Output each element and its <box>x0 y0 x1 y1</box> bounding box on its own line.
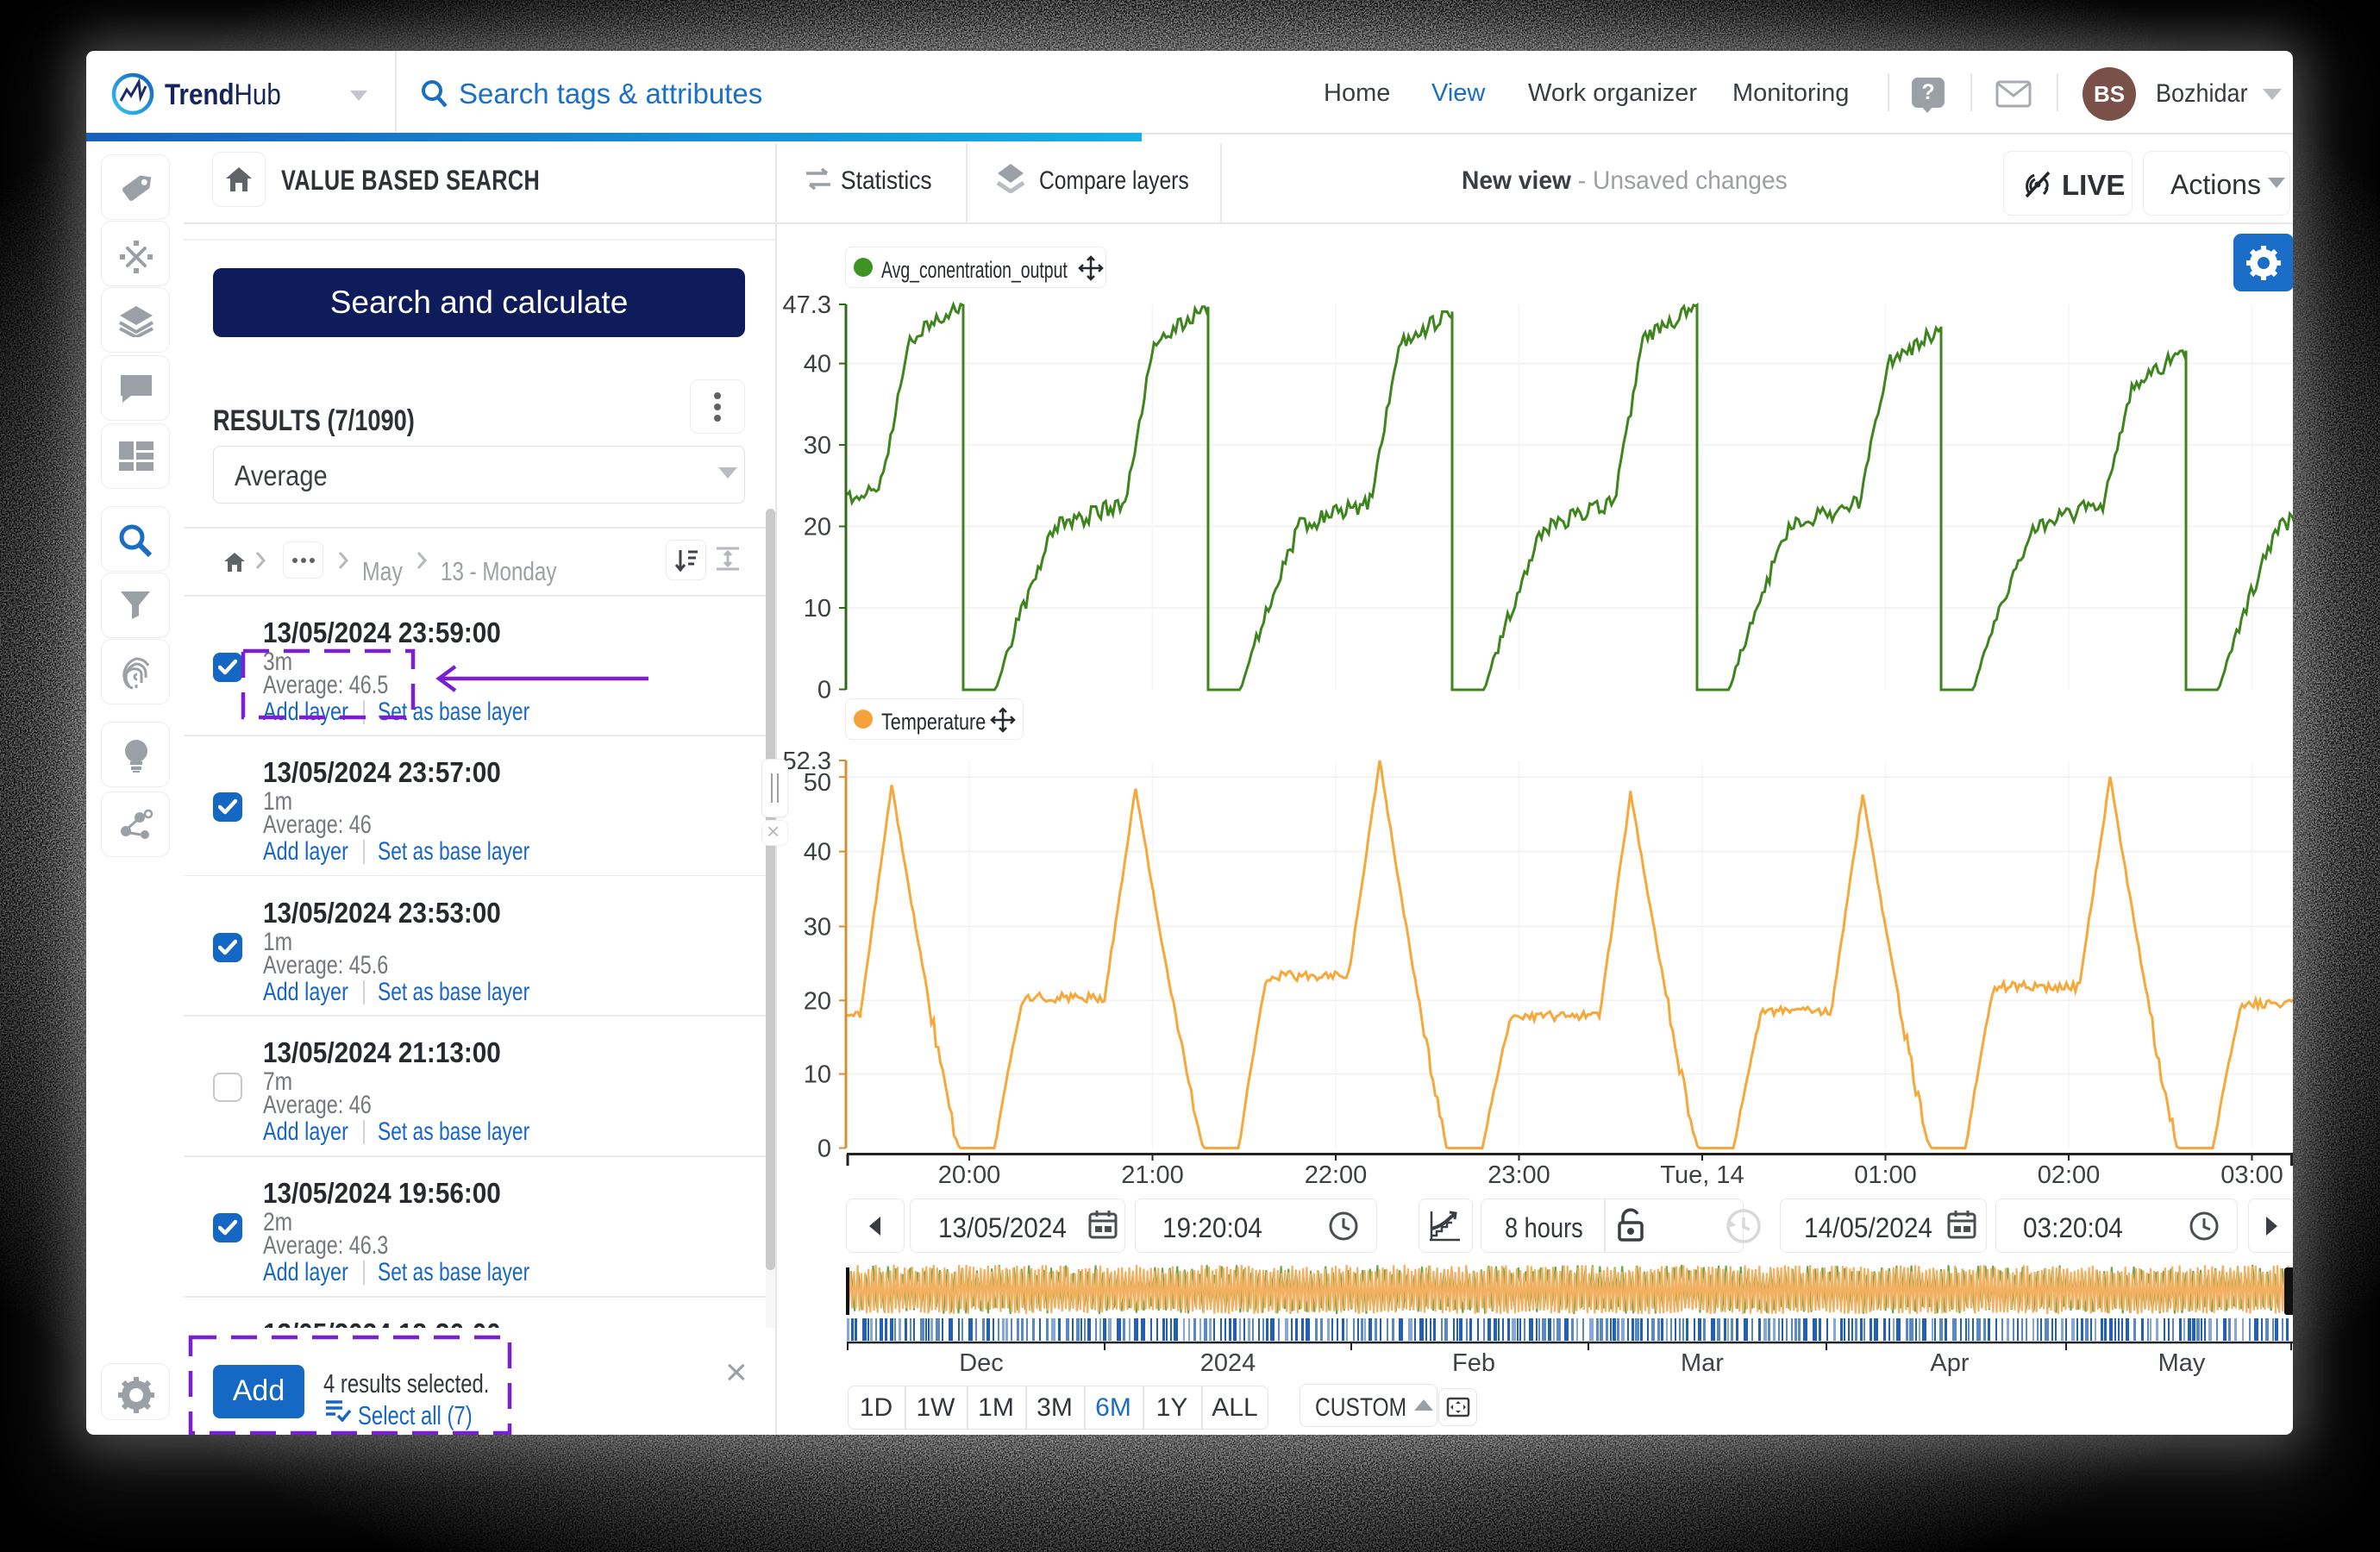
svg-text:2024: 2024 <box>1200 1349 1256 1377</box>
svg-text:40: 40 <box>804 351 831 379</box>
svg-text:23:00: 23:00 <box>1488 1161 1550 1189</box>
svg-text:30: 30 <box>804 914 831 942</box>
svg-text:0: 0 <box>817 677 831 704</box>
svg-text:Feb: Feb <box>1452 1349 1495 1377</box>
svg-text:02:00: 02:00 <box>2038 1161 2101 1189</box>
svg-text:30: 30 <box>804 432 831 460</box>
svg-text:Dec: Dec <box>959 1349 1004 1377</box>
svg-text:10: 10 <box>804 595 831 623</box>
svg-text:47.3: 47.3 <box>783 291 831 319</box>
svg-text:50: 50 <box>804 769 831 797</box>
svg-text:03:00: 03:00 <box>2220 1161 2283 1189</box>
svg-text:20: 20 <box>804 514 831 541</box>
svg-text:Tue, 14: Tue, 14 <box>1660 1161 1744 1189</box>
svg-text:21:00: 21:00 <box>1121 1161 1184 1189</box>
svg-text:20:00: 20:00 <box>938 1161 1001 1189</box>
svg-text:10: 10 <box>804 1061 831 1089</box>
svg-text:20: 20 <box>804 987 831 1015</box>
svg-text:0: 0 <box>817 1136 831 1163</box>
svg-text:May: May <box>2158 1349 2206 1377</box>
svg-text:Mar: Mar <box>1681 1349 1724 1377</box>
svg-text:40: 40 <box>804 839 831 867</box>
svg-text:22:00: 22:00 <box>1305 1161 1368 1189</box>
svg-text:Apr: Apr <box>1930 1349 1969 1377</box>
svg-text:01:00: 01:00 <box>1854 1161 1917 1189</box>
